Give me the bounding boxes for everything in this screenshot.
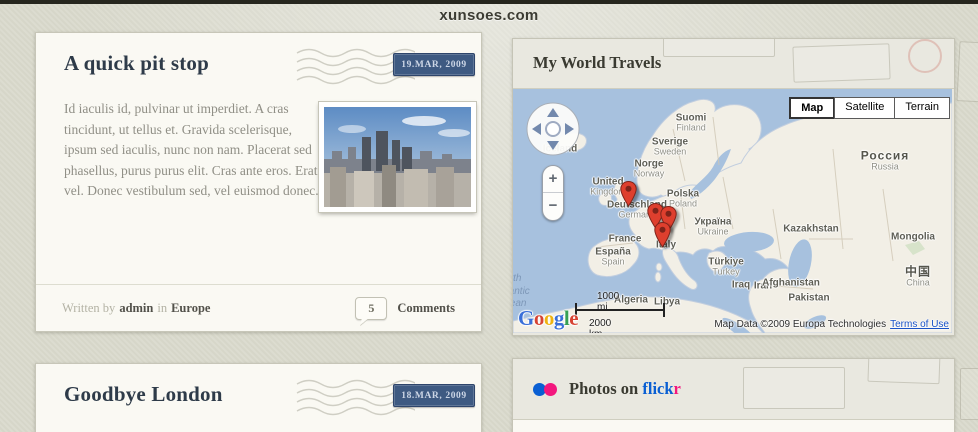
map-type-control: MapSatelliteTerrain	[789, 97, 950, 119]
watermark-stamp	[960, 368, 978, 420]
site-title[interactable]: xunsoes.com	[0, 7, 978, 24]
map-label: Kazakhstan	[783, 224, 839, 235]
scale-km: 2000 km	[589, 318, 611, 333]
flickr-title-prefix: Photos on	[569, 379, 638, 398]
map-label: РоссияRussia	[861, 149, 910, 172]
map-type-map-button[interactable]: Map	[789, 97, 835, 119]
postmark: 19.MAR, 2009	[311, 41, 481, 91]
post-card: Goodbye London 18.MAR, 2009	[35, 363, 482, 432]
map-widget-title: My World Travels	[533, 53, 661, 73]
map-label: УкраїнаUkraine	[695, 217, 732, 238]
flickr-brand-link[interactable]: flickr	[642, 379, 681, 398]
map-type-terrain-button[interactable]: Terrain	[894, 97, 950, 119]
map-label: Pakistan	[788, 293, 829, 304]
post-card: A quick pit stop 19.MAR, 2009 Id iaculis…	[35, 32, 482, 332]
map-marker[interactable]	[620, 181, 637, 212]
page: xunsoes.com A quick pit stop 19.MAR, 200…	[0, 0, 978, 432]
map-label: SverigeSweden	[652, 137, 688, 158]
map-label: NorgeNorway	[634, 159, 665, 180]
watermark-stamp	[792, 43, 890, 82]
map-copyright: Map Data ©2009 Europa Technologies Terms …	[714, 319, 949, 330]
city-skyline-image	[324, 107, 471, 207]
comments-link[interactable]: Comments	[397, 301, 455, 316]
google-logo[interactable]: Google	[518, 306, 578, 331]
map-type-satellite-button[interactable]: Satellite	[834, 97, 895, 119]
watermark-postmark-circle	[908, 39, 942, 73]
map-label: Iraq	[732, 280, 750, 291]
map-marker[interactable]	[654, 222, 671, 253]
map-label: France	[609, 234, 642, 245]
postmark: 18.MAR, 2009	[311, 372, 481, 422]
flickr-widget-title: Photos on flickr	[569, 379, 681, 399]
watermark-stamp	[956, 41, 978, 103]
written-by-label: Written by	[62, 301, 115, 316]
map-label: Mongolia	[891, 232, 935, 243]
ocean-label: North Atlantic Ocean	[513, 273, 530, 311]
post-body: Id iaculis id, pulvinar ut imperdiet. A …	[64, 99, 320, 202]
terms-of-use-link[interactable]: Terms of Use	[890, 319, 949, 330]
copyright-text: Map Data ©2009 Europa Technologies	[714, 319, 886, 330]
category-link[interactable]: Europe	[171, 301, 210, 316]
map-label: TürkiyeTurkey	[708, 257, 744, 278]
map-label: EspañaSpain	[595, 247, 631, 268]
in-label: in	[157, 301, 167, 316]
top-bar	[0, 0, 978, 4]
zoom-in-button[interactable]: +	[543, 166, 563, 193]
post-date-stamp: 18.MAR, 2009	[393, 384, 475, 407]
watermark-stamp	[663, 39, 775, 57]
post-footer: Written by admin in Europe 5 Comments	[36, 284, 481, 331]
map-label: 中国China	[905, 265, 931, 288]
post-date-stamp: 19.MAR, 2009	[393, 53, 475, 76]
scale-bar	[575, 303, 665, 317]
watermark-stamp	[867, 359, 940, 384]
zoom-out-button[interactable]: −	[543, 193, 563, 220]
post-photo[interactable]	[319, 102, 476, 212]
watermark-stamp	[743, 367, 845, 409]
post-title[interactable]: A quick pit stop	[64, 51, 209, 76]
map-pan-control[interactable]	[525, 101, 581, 157]
map-zoom-control: + −	[542, 165, 564, 221]
flickr-widget-header: Photos on flickr	[513, 359, 954, 420]
flickr-pink-dot-icon	[544, 383, 557, 396]
flickr-widget-body	[513, 420, 954, 432]
post-title[interactable]: Goodbye London	[64, 382, 223, 407]
comments-bubble[interactable]: 5	[355, 297, 387, 320]
map-label: SuomiFinland	[676, 113, 707, 134]
google-map[interactable]: North Atlantic Ocean IcelandSuomiFinland…	[513, 89, 952, 333]
map-widget-header: My World Travels	[513, 39, 954, 89]
flickr-widget: Photos on flickr	[512, 358, 955, 432]
author-link[interactable]: admin	[119, 301, 153, 316]
map-label: Afghanistan	[762, 278, 820, 289]
map-widget: My World Travels	[512, 38, 955, 336]
flickr-dots-icon	[533, 383, 563, 397]
